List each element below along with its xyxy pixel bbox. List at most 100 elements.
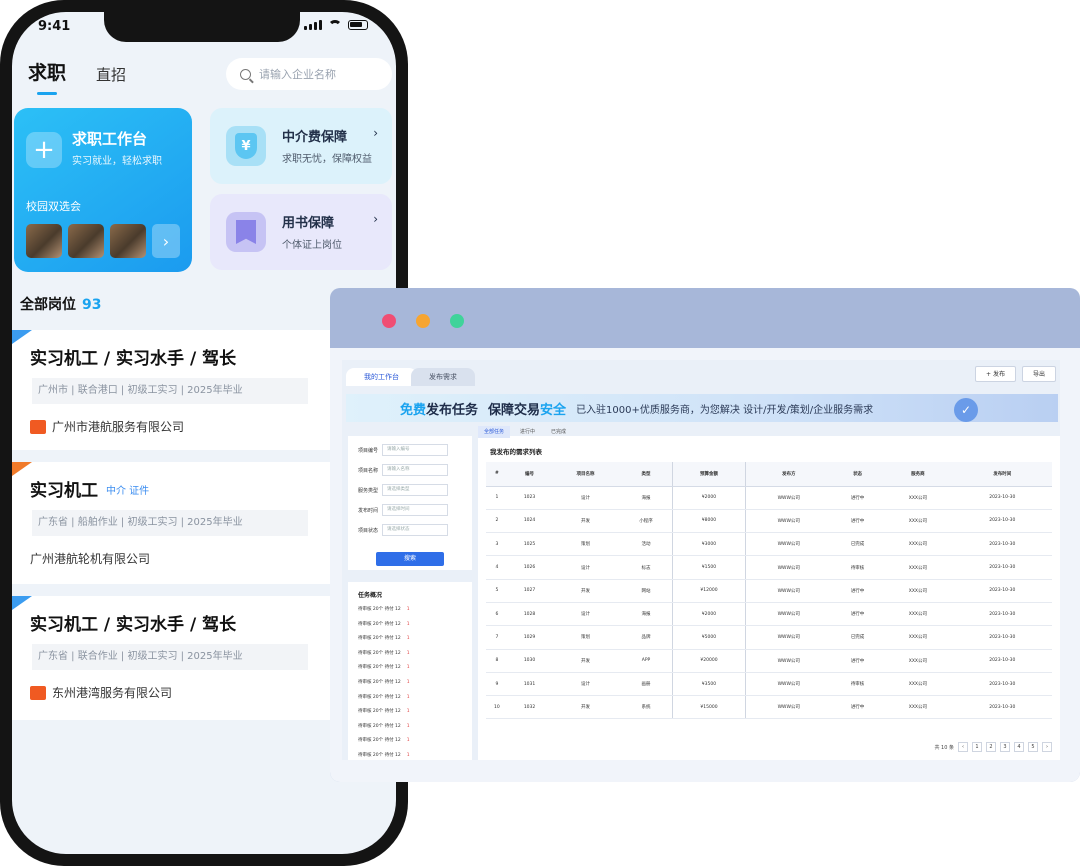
table-row[interactable]: 5 1027 开发 网站 ¥12000 WWW公司 进行中 XXX公司 2023-10-30 — [486, 579, 1052, 603]
table-tab-all[interactable]: 全部任务 — [478, 426, 511, 438]
stats-row: 待审核 20个 待付 12 1 — [358, 737, 410, 743]
table-header-cell[interactable]: 编号 — [507, 462, 552, 487]
table-cell: 设计 — [551, 672, 620, 697]
table-cell: 1027 — [507, 579, 552, 603]
table-header-cell[interactable]: # — [486, 462, 508, 487]
table-cell: 7 — [486, 625, 508, 650]
maximize-window-dot[interactable] — [450, 314, 464, 328]
stats-row: 待审核 20个 待付 12 1 — [358, 621, 410, 627]
table-cell: XXX公司 — [883, 602, 953, 627]
job-company: 东州港湾服务有限公司 — [30, 684, 172, 701]
publish-button[interactable]: + 发布 — [975, 366, 1016, 382]
table-cell: WWW公司 — [745, 579, 832, 603]
table-row[interactable]: 10 1032 开发 系统 ¥15000 WWW公司 进行中 XXX公司 2023-10-30 — [486, 695, 1052, 720]
table-cell: WWW公司 — [745, 486, 832, 510]
stats-row-badge: 1 — [406, 650, 410, 656]
table-cell: 海报 — [619, 602, 674, 627]
table-row[interactable]: 4 1026 设计 标志 ¥1500 WWW公司 待审核 XXX公司 2023-10-30 — [486, 555, 1052, 580]
fee-guarantee-card[interactable]: ¥ 中介费保障 › 求职无忧，保障权益 — [210, 108, 392, 184]
tab-direct[interactable]: 直招 — [96, 64, 126, 85]
filter-input[interactable]: 请选择时间 — [382, 504, 449, 516]
table-header-cell[interactable]: 状态 — [831, 462, 884, 487]
minimize-window-dot[interactable] — [416, 314, 430, 328]
filter-input[interactable]: 请输入名称 — [382, 464, 449, 476]
table-cell: WWW公司 — [745, 695, 832, 720]
workbench-title: 求职工作台 — [72, 130, 148, 148]
tab-publish[interactable]: 发布需求 — [411, 368, 475, 386]
table-cell: ¥15000 — [672, 695, 746, 720]
table-cell: 活动 — [619, 532, 674, 557]
stats-row-text: 待审核 20个 待付 12 — [358, 738, 401, 744]
table-header-cell[interactable]: 发布时间 — [952, 462, 1052, 487]
search-button[interactable]: 搜索 — [376, 552, 444, 566]
stats-row-text: 待审核 20个 待付 12 — [358, 621, 401, 627]
pagination-page-button[interactable]: 4 — [1014, 742, 1024, 752]
table-row[interactable]: 9 1031 设计 画册 ¥3500 WWW公司 待审核 XXX公司 2023-10-30 — [486, 672, 1052, 697]
pagination-page-button[interactable]: 1 — [972, 742, 982, 752]
search-icon — [240, 68, 251, 80]
more-arrow-button[interactable]: › — [152, 224, 180, 258]
thumbnail-image[interactable] — [68, 224, 104, 258]
table-cell: APP — [619, 649, 674, 673]
banner-guarantee: 保障交易 — [488, 402, 541, 418]
signal-icon — [304, 20, 322, 30]
table-row[interactable]: 6 1028 设计 海报 ¥2000 WWW公司 进行中 XXX公司 2023-10-30 — [486, 602, 1052, 627]
table-cell: 2023-10-30 — [952, 509, 1052, 534]
table-header-cell[interactable]: 服务商 — [883, 462, 953, 487]
close-window-dot[interactable] — [382, 314, 396, 328]
table-cell: XXX公司 — [883, 649, 953, 673]
table-cell: 设计 — [551, 486, 620, 510]
table-header-cell[interactable]: 类型 — [619, 462, 674, 487]
pagination-page-button[interactable]: › — [1042, 742, 1052, 752]
table-cell: 2 — [486, 509, 508, 534]
tab-workbench[interactable]: 我的工作台 — [346, 368, 417, 386]
table-header-cell[interactable]: 发布方 — [745, 462, 832, 487]
table-cell: 2023-10-30 — [952, 649, 1052, 673]
table-cell: WWW公司 — [745, 602, 832, 627]
thumbnail-image[interactable] — [26, 224, 62, 258]
table-cell: 已完成 — [831, 532, 884, 557]
promo-banner[interactable]: 免费发布任务 保障交易安全 已入驻1000+优质服务商，为您解决 设计/开发/策… — [346, 394, 1058, 422]
table-row[interactable]: 3 1025 策划 活动 ¥3000 WWW公司 已完成 XXX公司 2023-10-30 — [486, 532, 1052, 557]
table-row[interactable]: 8 1030 开发 APP ¥20000 WWW公司 进行中 XXX公司 2023-10-30 — [486, 649, 1052, 673]
table-cell: 品牌 — [619, 625, 674, 650]
job-workbench-card[interactable]: + 求职工作台 实习就业，轻松求职 校园双选会 › — [14, 108, 192, 272]
table-tab-ongoing[interactable]: 进行中 — [514, 426, 541, 438]
table-row[interactable]: 1 1023 设计 海报 ¥2000 WWW公司 进行中 XXX公司 2023-10-30 — [486, 486, 1052, 510]
filter-row: 项目名称 请输入名称 — [358, 464, 449, 476]
stats-row: 待审核 20个 待付 12 1 — [358, 679, 410, 685]
stats-row-text: 待审核 20个 待付 12 — [358, 636, 401, 642]
export-button[interactable]: 导出 — [1021, 366, 1056, 382]
search-input[interactable]: 请输入企业名称 — [226, 58, 392, 90]
table-cell: 已完成 — [831, 625, 884, 650]
pagination-page-button[interactable]: ‹ — [958, 742, 968, 752]
stats-row-badge: 1 — [406, 665, 410, 671]
certificate-guarantee-card[interactable]: 用书保障 › 个体证上岗位 — [210, 194, 392, 270]
status-icons — [304, 20, 368, 30]
table-cell: ¥3500 — [672, 672, 746, 697]
filter-input[interactable]: 请选择类型 — [382, 484, 449, 496]
fee-guarantee-subtitle: 求职无忧，保障权益 — [282, 154, 372, 165]
stats-row: 待审核 20个 待付 12 1 — [358, 606, 410, 612]
company-name: 广州港航轮机有限公司 — [30, 552, 151, 566]
table-header-cell[interactable]: 预算金额 — [672, 462, 746, 487]
stats-row: 待审核 20个 待付 12 1 — [358, 650, 410, 656]
company-name: 广州市港航服务有限公司 — [52, 420, 185, 434]
filter-row: 服务类型 请选择类型 — [358, 484, 449, 496]
job-corner-badge — [12, 596, 32, 610]
pagination-page-button[interactable]: 5 — [1028, 742, 1038, 752]
tab-jobs[interactable]: 求职 — [28, 58, 66, 95]
table-tab-done[interactable]: 已完成 — [545, 426, 572, 438]
pagination-page-button[interactable]: 3 — [1000, 742, 1010, 752]
table-cell: 1032 — [507, 695, 552, 720]
company-name: 东州港湾服务有限公司 — [52, 686, 173, 700]
thumbnail-image[interactable] — [110, 224, 146, 258]
filter-input[interactable]: 请选择状态 — [382, 524, 449, 536]
table-header-cell[interactable]: 项目名称 — [551, 462, 620, 487]
table-row[interactable]: 7 1029 策划 品牌 ¥5000 WWW公司 已完成 XXX公司 2023-10-30 — [486, 625, 1052, 650]
filter-input[interactable]: 请输入编号 — [382, 444, 449, 456]
stats-row-badge: 1 — [406, 636, 410, 642]
stats-row: 待审核 20个 待付 12 1 — [358, 723, 410, 729]
pagination-page-button[interactable]: 2 — [986, 742, 996, 752]
table-row[interactable]: 2 1024 开发 小程序 ¥8000 WWW公司 进行中 XXX公司 2023-10-30 — [486, 509, 1052, 534]
